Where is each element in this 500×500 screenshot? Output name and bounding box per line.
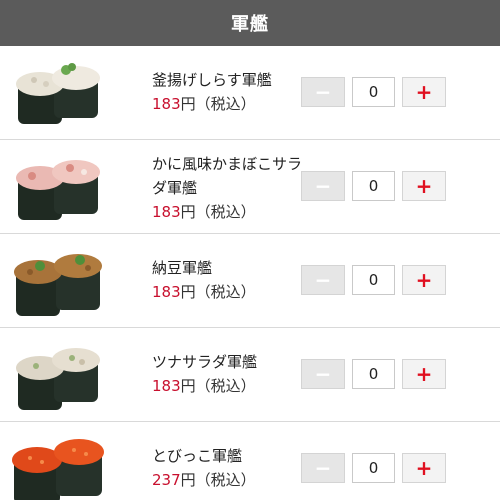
menu-list: 釜揚げしらす軍艦 183円（税込） − + かに風味かまぼこサラダ軍艦 183円… bbox=[0, 46, 500, 500]
increment-button[interactable]: + bbox=[402, 171, 446, 201]
price-value: 183 bbox=[152, 283, 181, 301]
item-name: 釜揚げしらす軍艦 bbox=[152, 71, 272, 89]
item-name: ツナサラダ軍艦 bbox=[152, 353, 258, 371]
kani-salad-gunkan-image bbox=[10, 148, 106, 226]
price-value: 183 bbox=[152, 203, 181, 221]
increment-button[interactable]: + bbox=[402, 453, 446, 483]
page-header: 軍艦 bbox=[0, 0, 500, 46]
shirasu-gunkan-image bbox=[10, 54, 106, 132]
item-name: 納豆軍艦 bbox=[152, 259, 213, 277]
price-value: 183 bbox=[152, 95, 181, 113]
item-price: 183円（税込） bbox=[152, 200, 256, 224]
increment-button[interactable]: + bbox=[402, 77, 446, 107]
quantity-field[interactable] bbox=[352, 77, 395, 107]
quantity-field[interactable] bbox=[352, 265, 395, 295]
decrement-button[interactable]: − bbox=[301, 359, 345, 389]
decrement-button[interactable]: − bbox=[301, 77, 345, 107]
price-suffix: 円（税込） bbox=[180, 471, 256, 489]
decrement-button[interactable]: − bbox=[301, 171, 345, 201]
price-suffix: 円（税込） bbox=[180, 203, 256, 221]
item-price: 183円（税込） bbox=[152, 374, 256, 398]
increment-button[interactable]: + bbox=[402, 359, 446, 389]
quantity-field[interactable] bbox=[352, 453, 395, 483]
item-price: 183円（税込） bbox=[152, 280, 256, 304]
menu-item: ツナサラダ軍艦 183円（税込） − + bbox=[0, 328, 500, 422]
price-value: 237 bbox=[152, 471, 181, 489]
quantity-field[interactable] bbox=[352, 359, 395, 389]
item-price: 237円（税込） bbox=[152, 468, 256, 492]
tobikko-gunkan-image bbox=[10, 430, 106, 500]
natto-gunkan-image bbox=[10, 242, 106, 320]
page-title: 軍艦 bbox=[231, 14, 269, 35]
item-name: かに風味かまぼこサラダ軍艦 bbox=[152, 155, 303, 197]
menu-item: 釜揚げしらす軍艦 183円（税込） − + bbox=[0, 46, 500, 140]
item-name: とびっこ軍艦 bbox=[152, 447, 243, 465]
item-price: 183円（税込） bbox=[152, 92, 256, 116]
decrement-button[interactable]: − bbox=[301, 453, 345, 483]
price-suffix: 円（税込） bbox=[180, 283, 256, 301]
tuna-salad-gunkan-image bbox=[10, 336, 106, 414]
increment-button[interactable]: + bbox=[402, 265, 446, 295]
menu-item: かに風味かまぼこサラダ軍艦 183円（税込） − + bbox=[0, 140, 500, 234]
menu-item: とびっこ軍艦 237円（税込） − + bbox=[0, 422, 500, 500]
price-suffix: 円（税込） bbox=[180, 377, 256, 395]
decrement-button[interactable]: − bbox=[301, 265, 345, 295]
menu-item: 納豆軍艦 183円（税込） − + bbox=[0, 234, 500, 328]
quantity-field[interactable] bbox=[352, 171, 395, 201]
price-value: 183 bbox=[152, 377, 181, 395]
price-suffix: 円（税込） bbox=[180, 95, 256, 113]
